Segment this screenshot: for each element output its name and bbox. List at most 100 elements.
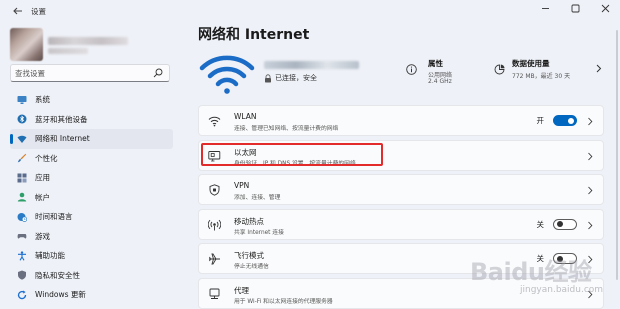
card-title: WLAN — [234, 112, 257, 121]
sidebar-item-label: 隐私和安全性 — [35, 270, 80, 280]
page-title: 网络和 Internet — [198, 27, 310, 43]
sidebar-item-label: 蓝牙和其他设备 — [35, 114, 88, 124]
watermark-url: jingyan.baidu.com — [520, 285, 604, 295]
globe-clock-icon — [17, 212, 27, 222]
maximize-icon — [571, 4, 579, 12]
close-button[interactable] — [590, 0, 620, 16]
watermark-logo-text: Baidu经验 — [470, 258, 592, 286]
person-icon — [17, 192, 27, 202]
hotspot-toggle[interactable] — [553, 218, 577, 230]
sidebar-item-accessibility[interactable]: 辅助功能 — [10, 246, 173, 266]
avatar — [10, 28, 43, 61]
wlan-toggle-group: 开 — [536, 115, 577, 126]
hotspot-icon — [208, 219, 221, 230]
sidebar-item-gaming[interactable]: 游戏 — [10, 227, 173, 247]
vpn-shield-icon — [209, 184, 220, 196]
bluetooth-icon — [17, 114, 27, 124]
title-bar: 设置 — [0, 0, 620, 22]
toggle-state-label: 开 — [536, 116, 545, 125]
back-arrow-icon[interactable] — [12, 5, 24, 17]
sidebar-item-label: 时间和语言 — [35, 212, 73, 222]
sidebar-item-privacy[interactable]: 隐私和安全性 — [10, 266, 173, 286]
card-description: 停止无线通信 — [234, 264, 269, 270]
apps-icon — [17, 173, 27, 183]
sidebar-item-bluetooth[interactable]: 蓝牙和其他设备 — [10, 110, 173, 130]
user-account-area[interactable] — [10, 28, 170, 62]
chevron-right-icon[interactable] — [595, 64, 602, 73]
gamepad-icon — [17, 231, 27, 241]
sidebar-item-accounts[interactable]: 帐户 — [10, 188, 173, 208]
chevron-right-icon — [588, 221, 593, 229]
proxy-icon — [209, 288, 220, 299]
wifi-small-icon — [208, 116, 221, 127]
brush-icon — [17, 153, 27, 163]
window-controls — [530, 0, 620, 16]
sidebar-item-label: 辅助功能 — [35, 251, 65, 261]
sidebar-item-personalization[interactable]: 个性化 — [10, 149, 173, 169]
chevron-right-icon — [588, 117, 593, 126]
card-description: 共享 Internet 连接 — [234, 229, 284, 236]
data-usage-title: 数据使用量 — [512, 59, 550, 68]
minimize-icon — [541, 7, 549, 9]
sidebar-item-time-language[interactable]: 时间和语言 — [10, 207, 173, 227]
sidebar-item-label: 系统 — [35, 95, 50, 105]
maximize-button[interactable] — [560, 0, 590, 16]
connection-status-text: 已连接，安全 — [275, 74, 317, 82]
minimize-button[interactable] — [530, 0, 560, 16]
sidebar-item-network[interactable]: 网络和 Internet — [10, 129, 173, 149]
search-input[interactable] — [15, 67, 145, 79]
wifi-large-icon — [199, 55, 255, 94]
properties-title: 属性 — [428, 59, 443, 68]
close-icon — [601, 4, 609, 12]
card-title: VPN — [234, 181, 250, 190]
sidebar-item-apps[interactable]: 应用 — [10, 168, 173, 188]
watermark: Baidu经验 jingyan.baidu.com — [470, 252, 620, 309]
sidebar-item-label: 网络和 Internet — [35, 134, 90, 144]
scrollbar[interactable] — [616, 30, 618, 280]
sidebar-item-windows-update[interactable]: Windows 更新 — [10, 285, 173, 305]
chevron-right-icon — [588, 186, 593, 195]
connection-status: 已连接，安全 — [264, 73, 317, 83]
hotspot-toggle-group: 关 — [536, 218, 577, 230]
card-description: 添加、连接、管理 — [234, 195, 281, 201]
airplane-icon — [209, 253, 220, 265]
data-usage-link[interactable]: 数据使用量 772 MB，最近 30 天 — [494, 58, 594, 88]
wlan-toggle[interactable] — [553, 115, 577, 126]
card-title: 代理 — [234, 285, 249, 295]
card-mobile-hotspot[interactable]: 移动热点 共享 Internet 连接 关 — [198, 208, 604, 240]
card-vpn[interactable]: VPN 添加、连接、管理 — [198, 174, 604, 205]
data-usage-text: 772 MB，最近 30 天 — [512, 73, 571, 80]
network-band-text: 2.4 GHz — [428, 78, 452, 85]
lock-icon — [265, 73, 271, 82]
sidebar-item-label: 个性化 — [35, 153, 58, 163]
card-description: 连接、管理已知网络、按流量计费的网络 — [234, 126, 339, 132]
sidebar-item-label: 应用 — [35, 173, 50, 183]
data-usage-icon — [494, 64, 505, 75]
toggle-state-label: 关 — [536, 219, 545, 229]
info-icon — [406, 64, 417, 75]
monitor-icon — [17, 95, 27, 105]
toggle-knob — [556, 221, 563, 227]
search-box[interactable] — [10, 64, 170, 82]
wifi-icon — [17, 134, 27, 144]
accessibility-icon — [17, 251, 27, 261]
chevron-right-icon — [588, 152, 593, 160]
network-overview: 已连接，安全 属性 公用网络 2.4 GHz 数据使用量 772 MB，最近 3… — [198, 52, 606, 94]
network-name-redacted — [264, 61, 359, 69]
sidebar-item-label: Windows 更新 — [35, 290, 86, 300]
search-icon[interactable] — [153, 68, 163, 78]
sidebar-item-label: 游戏 — [35, 231, 50, 241]
card-title: 移动热点 — [234, 216, 264, 226]
user-email-redacted — [48, 48, 88, 54]
app-title: 设置 — [31, 7, 46, 16]
sidebar-nav: 系统 蓝牙和其他设备 网络和 Internet 个性化 应用 帐户 时间和语言 … — [10, 90, 173, 305]
annotation-highlight-box — [201, 143, 383, 166]
card-wlan[interactable]: WLAN 连接、管理已知网络、按流量计费的网络 开 — [198, 105, 604, 136]
update-icon — [17, 290, 27, 300]
card-title: 飞行模式 — [234, 251, 264, 260]
user-name-redacted — [48, 37, 128, 45]
sidebar-item-system[interactable]: 系统 — [10, 90, 173, 110]
properties-link[interactable]: 属性 公用网络 2.4 GHz — [406, 58, 486, 88]
sidebar-item-label: 帐户 — [35, 192, 50, 202]
shield-icon — [17, 270, 27, 280]
